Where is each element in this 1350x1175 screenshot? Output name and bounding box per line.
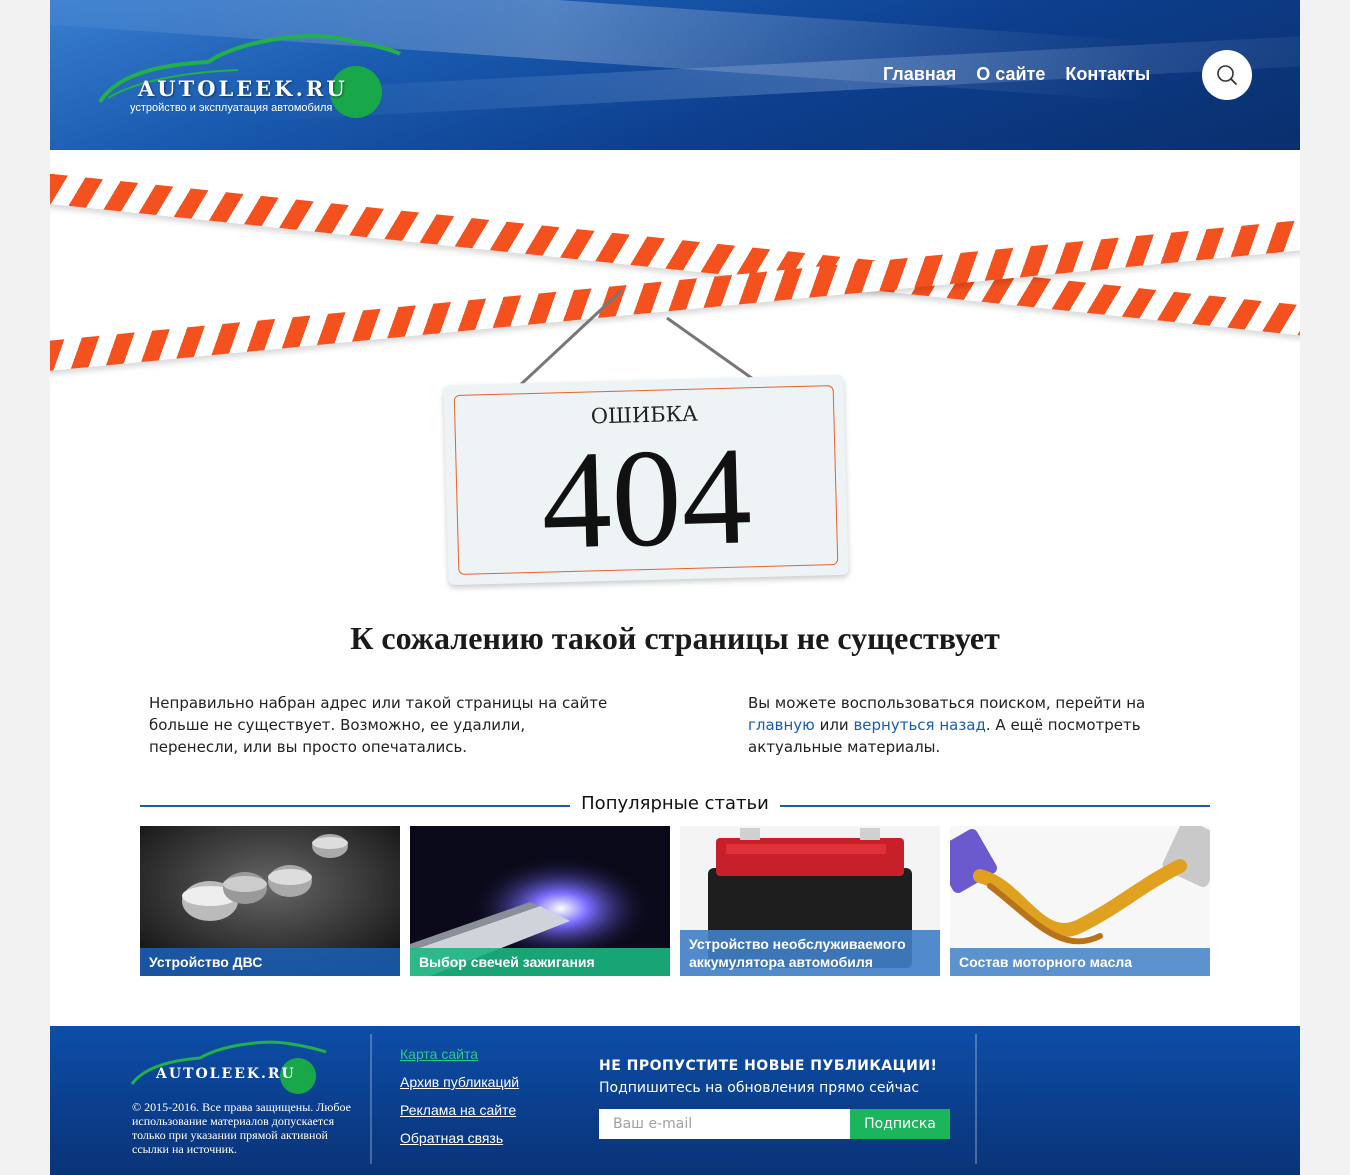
error-code: 404	[539, 418, 754, 579]
footer-logo-ru: .RU	[261, 1066, 296, 1082]
page-title: К сожалению такой страницы не существует	[350, 620, 1000, 656]
email-input[interactable]	[599, 1109, 850, 1139]
article-card[interactable]: Выбор свечей зажигания	[410, 826, 670, 976]
nav-link-about[interactable]: О сайте	[976, 64, 1045, 85]
article-title: Устройство необслуживаемого аккумулятора…	[680, 930, 940, 976]
search-icon	[1217, 65, 1237, 85]
subscribe-button[interactable]: Подписка	[850, 1109, 950, 1139]
article-card[interactable]: Устройство ДВС	[140, 826, 400, 976]
popular-title: Популярные статьи	[577, 793, 773, 814]
error-suggestion: Вы можете воспользоваться поиском, перей…	[748, 692, 1188, 758]
error-sign: ОШИБКА 404	[443, 374, 849, 586]
error-hero: ОШИБКА 404	[50, 150, 1300, 600]
home-link[interactable]: главную	[748, 716, 815, 734]
site-header: AUTOLEEK.RU устройство и эксплуатация ав…	[50, 0, 1300, 150]
nav-link-contacts[interactable]: Контакты	[1065, 64, 1150, 85]
popular-articles: Устройство ДВС Выбор свечей зажигания Ус…	[140, 826, 1210, 976]
site-logo[interactable]: AUTOLEEK.RU устройство и эксплуатация ав…	[98, 32, 408, 122]
suggestion-text: или	[814, 716, 854, 734]
article-card[interactable]: Устройство необслуживаемого аккумулятора…	[680, 826, 940, 976]
page: AUTOLEEK.RU устройство и эксплуатация ав…	[50, 0, 1300, 1175]
footer-link-advertising[interactable]: Реклама на сайте	[400, 1102, 519, 1118]
footer-logo[interactable]: AUTOLEEK.RU	[130, 1038, 330, 1098]
footer-link-feedback[interactable]: Обратная связь	[400, 1130, 519, 1146]
article-title: Устройство ДВС	[140, 948, 400, 976]
footer-link-archive[interactable]: Архив публикаций	[400, 1074, 519, 1090]
nav-link-home[interactable]: Главная	[883, 64, 956, 85]
subscribe-text: Подпишитесь на обновления прямо сейчас	[599, 1080, 920, 1096]
main-nav: Главная О сайте Контакты	[883, 64, 1150, 85]
popular-articles-heading: Популярные статьи	[140, 793, 1210, 819]
back-link[interactable]: вернуться назад	[853, 716, 985, 734]
subscribe-block: НЕ ПРОПУСТИТЕ НОВЫЕ ПУБЛИКАЦИИ! Подпишит…	[599, 1058, 937, 1096]
footer-divider	[370, 1034, 372, 1164]
site-footer: AUTOLEEK.RU © 2015-2016. Все права защищ…	[50, 1026, 1300, 1175]
footer-links: Карта сайта Архив публикаций Реклама на …	[400, 1046, 519, 1158]
article-card[interactable]: Состав моторного масла	[950, 826, 1210, 976]
article-title: Состав моторного масла	[950, 948, 1210, 976]
footer-logo-text: AUTOLEEK	[156, 1066, 262, 1082]
article-title: Выбор свечей зажигания	[410, 948, 670, 976]
footer-link-sitemap[interactable]: Карта сайта	[400, 1046, 519, 1062]
logo-subtitle: устройство и эксплуатация автомобиля	[130, 102, 333, 114]
footer-divider	[975, 1034, 977, 1164]
logo-text: AUTOLEEK	[138, 76, 296, 101]
copyright-text: © 2015-2016. Все права защищены. Любое и…	[132, 1100, 351, 1156]
error-description: Неправильно набран адрес или такой стран…	[149, 694, 608, 756]
search-button[interactable]	[1202, 50, 1252, 100]
subscribe-title: НЕ ПРОПУСТИТЕ НОВЫЕ ПУБЛИКАЦИИ!	[599, 1058, 938, 1074]
suggestion-text: Вы можете воспользоваться поиском, перей…	[748, 694, 1146, 712]
logo-ru-text: .RU	[295, 76, 348, 101]
subscribe-form: Подписка	[599, 1109, 950, 1139]
